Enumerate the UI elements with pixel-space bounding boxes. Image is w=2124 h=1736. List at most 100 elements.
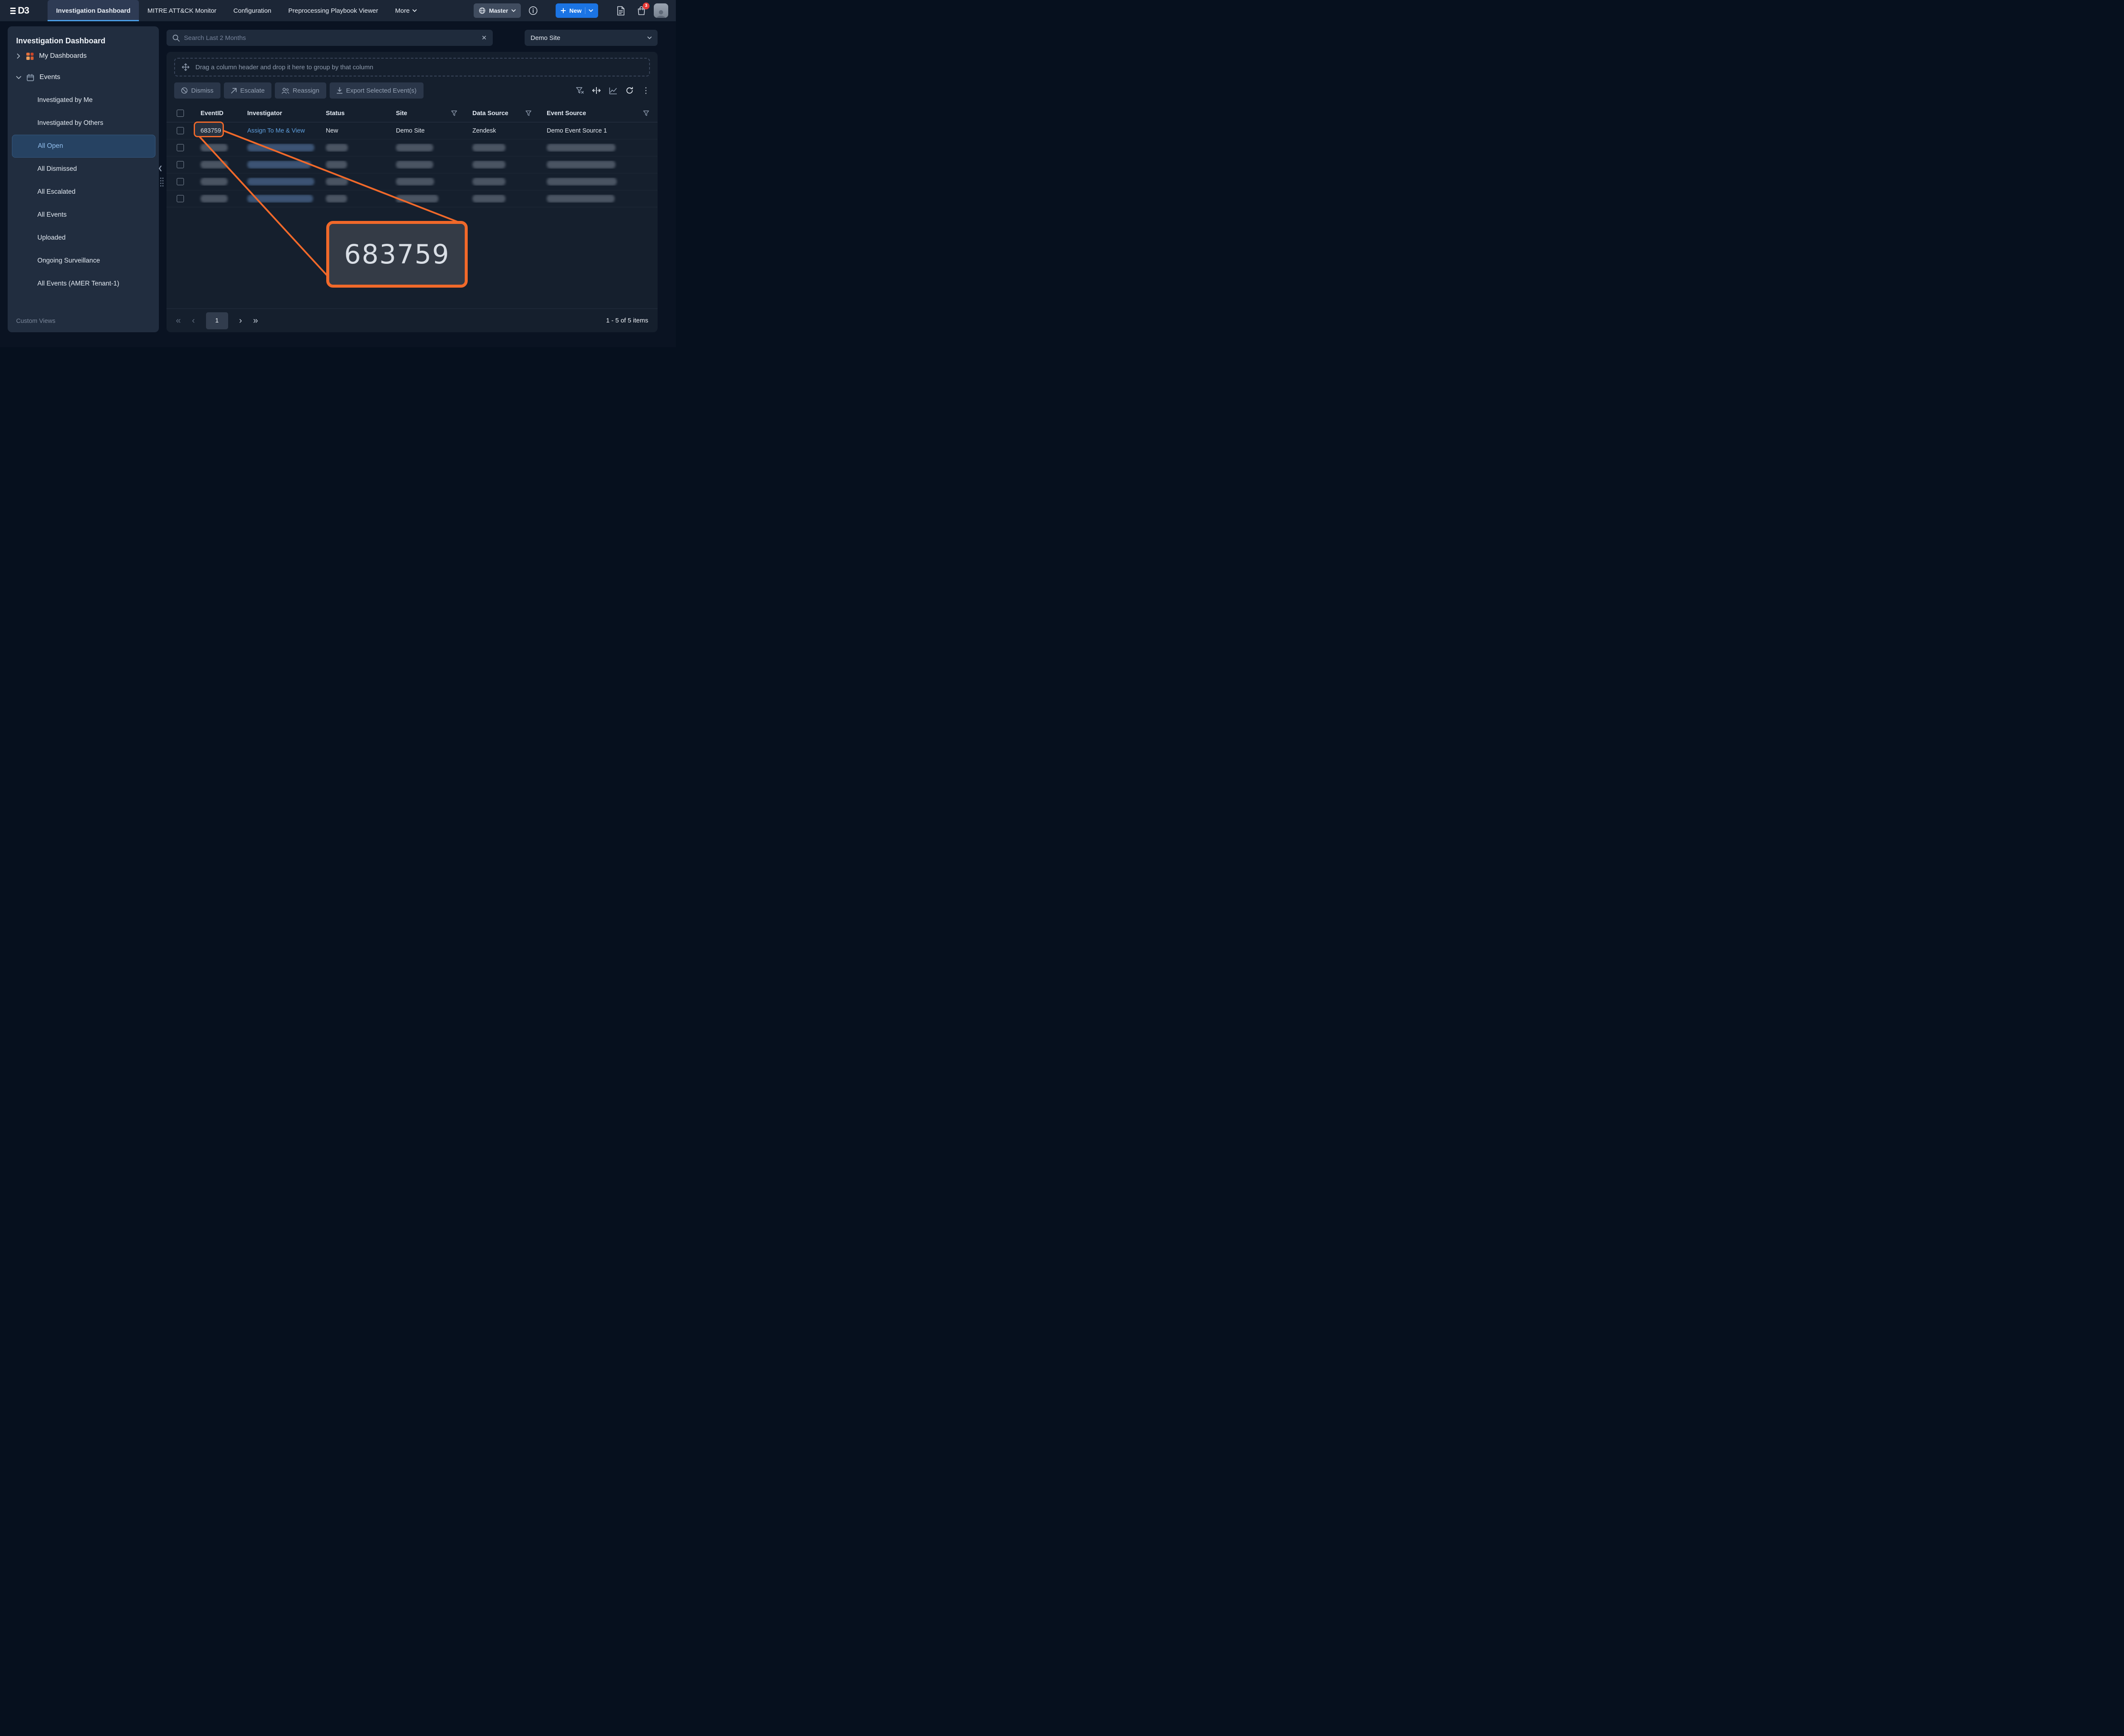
sidebar-item-all-events-amer-tenant-1[interactable]: All Events (AMER Tenant-1) (12, 272, 155, 295)
sidebar-item-all-dismissed[interactable]: All Dismissed (12, 158, 155, 181)
globe-icon (479, 7, 486, 14)
info-icon[interactable] (528, 6, 538, 15)
top-nav: D3 Investigation Dashboard MITRE ATT&CK … (0, 0, 676, 21)
col-investigator[interactable]: Investigator (240, 110, 319, 117)
table-row-redacted[interactable] (167, 173, 658, 190)
more-options-icon[interactable]: ⋮ (642, 87, 650, 95)
col-data-source[interactable]: Data Source (466, 110, 540, 117)
reassign-people-icon (282, 88, 289, 94)
sidebar-item-ongoing-surveillance[interactable]: Ongoing Surveillance (12, 249, 155, 272)
row-checkbox[interactable] (177, 178, 184, 185)
row-checkbox[interactable] (177, 195, 184, 202)
redacted-cell (396, 144, 433, 152)
sidebar-events-list: Investigated by Me Investigated by Other… (8, 89, 159, 295)
escalate-button[interactable]: Escalate (224, 82, 272, 99)
escalate-arrow-icon (231, 88, 237, 94)
refresh-icon[interactable] (626, 87, 633, 94)
next-page-icon[interactable]: › (239, 316, 242, 325)
last-page-icon[interactable]: » (253, 316, 258, 325)
table-row-redacted[interactable] (167, 139, 658, 156)
search-input[interactable] (184, 34, 477, 42)
sidebar-item-all-events[interactable]: All Events (12, 204, 155, 226)
redacted-cell (547, 178, 617, 186)
sidebar-section-events[interactable]: Events (8, 67, 159, 88)
col-status[interactable]: Status (319, 110, 389, 117)
filter-icon[interactable] (525, 110, 531, 116)
group-by-dropzone[interactable]: Drag a column header and drop it here to… (174, 58, 650, 76)
redacted-cell (247, 144, 314, 152)
tab-label: Preprocessing Playbook Viewer (288, 7, 378, 14)
tenant-selector[interactable]: Master (474, 3, 521, 18)
sidebar-section-my-dashboards[interactable]: My Dashboards (8, 45, 159, 67)
redacted-cell (326, 178, 348, 186)
dismiss-button[interactable]: Dismiss (174, 82, 220, 99)
status-cell: New (319, 127, 389, 134)
chevron-down-icon (589, 9, 593, 12)
sidebar-item-all-escalated[interactable]: All Escalated (12, 181, 155, 204)
sidebar-item-investigated-by-me[interactable]: Investigated by Me (12, 89, 155, 112)
table-row-redacted[interactable] (167, 190, 658, 207)
sidebar-item-label: Ongoing Surveillance (37, 257, 100, 265)
sidebar-item-all-open[interactable]: All Open (12, 135, 155, 158)
filter-icon[interactable] (451, 110, 457, 116)
new-button[interactable]: New (556, 3, 598, 18)
tab-preprocessing-playbook-viewer[interactable]: Preprocessing Playbook Viewer (280, 0, 387, 21)
row-checkbox[interactable] (177, 127, 184, 134)
site-select[interactable]: Demo Site (525, 30, 658, 46)
tab-mitre-attck-monitor[interactable]: MITRE ATT&CK Monitor (139, 0, 225, 21)
pagination-bar: « ‹ 1 › » 1 - 5 of 5 items (167, 308, 658, 332)
column-resize-icon[interactable] (592, 87, 601, 94)
reassign-button[interactable]: Reassign (275, 82, 326, 99)
clear-search-icon[interactable]: ✕ (481, 34, 487, 42)
store-bag-icon[interactable]: 3 (637, 6, 646, 16)
redacted-cell (472, 195, 506, 203)
redacted-cell (547, 144, 616, 152)
row-checkbox[interactable] (177, 144, 184, 151)
redacted-cell (396, 178, 434, 186)
document-icon[interactable] (617, 6, 625, 16)
d3-logo[interactable]: D3 (10, 5, 29, 16)
tab-more[interactable]: More (387, 0, 425, 21)
col-site[interactable]: Site (389, 110, 466, 117)
clear-filter-icon[interactable] (576, 87, 584, 94)
sidebar-item-investigated-by-others[interactable]: Investigated by Others (12, 112, 155, 135)
site-select-value: Demo Site (531, 34, 560, 42)
table-row[interactable]: 683759 Assign To Me & View New Demo Site… (167, 122, 658, 139)
notification-badge: 3 (643, 3, 650, 9)
table-row-redacted[interactable] (167, 156, 658, 173)
redacted-cell (247, 178, 314, 186)
current-page[interactable]: 1 (206, 312, 228, 329)
d3-logo-text: D3 (18, 5, 29, 16)
search-bar: ✕ (167, 30, 493, 46)
sidebar-collapse-icon[interactable]: ❮ (158, 165, 163, 172)
chevron-down-icon (16, 75, 21, 80)
sidebar-item-label: All Escalated (37, 188, 76, 196)
filter-icon[interactable] (643, 110, 649, 116)
export-selected-button[interactable]: Export Selected Event(s) (330, 82, 424, 99)
tab-configuration[interactable]: Configuration (225, 0, 280, 21)
event-source-cell: Demo Event Source 1 (540, 127, 658, 134)
col-event-source[interactable]: Event Source (540, 110, 658, 117)
dashboards-grid-icon (26, 53, 34, 60)
row-checkbox[interactable] (177, 161, 184, 168)
tab-label: Investigation Dashboard (56, 7, 130, 14)
col-eventid[interactable]: EventID (194, 110, 240, 117)
first-page-icon[interactable]: « (176, 316, 181, 325)
redacted-cell (396, 161, 433, 169)
sidebar-drag-handle[interactable] (160, 178, 164, 189)
sidebar-item-label: Investigated by Others (37, 119, 103, 127)
user-avatar[interactable] (654, 3, 668, 18)
redacted-cell (201, 195, 228, 203)
grid-tools: ⋮ (576, 82, 650, 99)
sidebar-item-uploaded[interactable]: Uploaded (12, 226, 155, 249)
button-label: Escalate (240, 87, 265, 94)
redacted-cell (326, 161, 347, 169)
select-all-checkbox[interactable] (177, 110, 184, 117)
tab-investigation-dashboard[interactable]: Investigation Dashboard (48, 0, 139, 21)
chevron-down-icon (511, 9, 516, 12)
chart-icon[interactable] (609, 87, 617, 94)
assign-to-me-link[interactable]: Assign To Me & View (247, 127, 305, 134)
plus-icon (561, 8, 566, 13)
grid-toolbar: Dismiss Escalate Reassign Export Selecte… (174, 82, 424, 99)
prev-page-icon[interactable]: ‹ (192, 316, 195, 325)
